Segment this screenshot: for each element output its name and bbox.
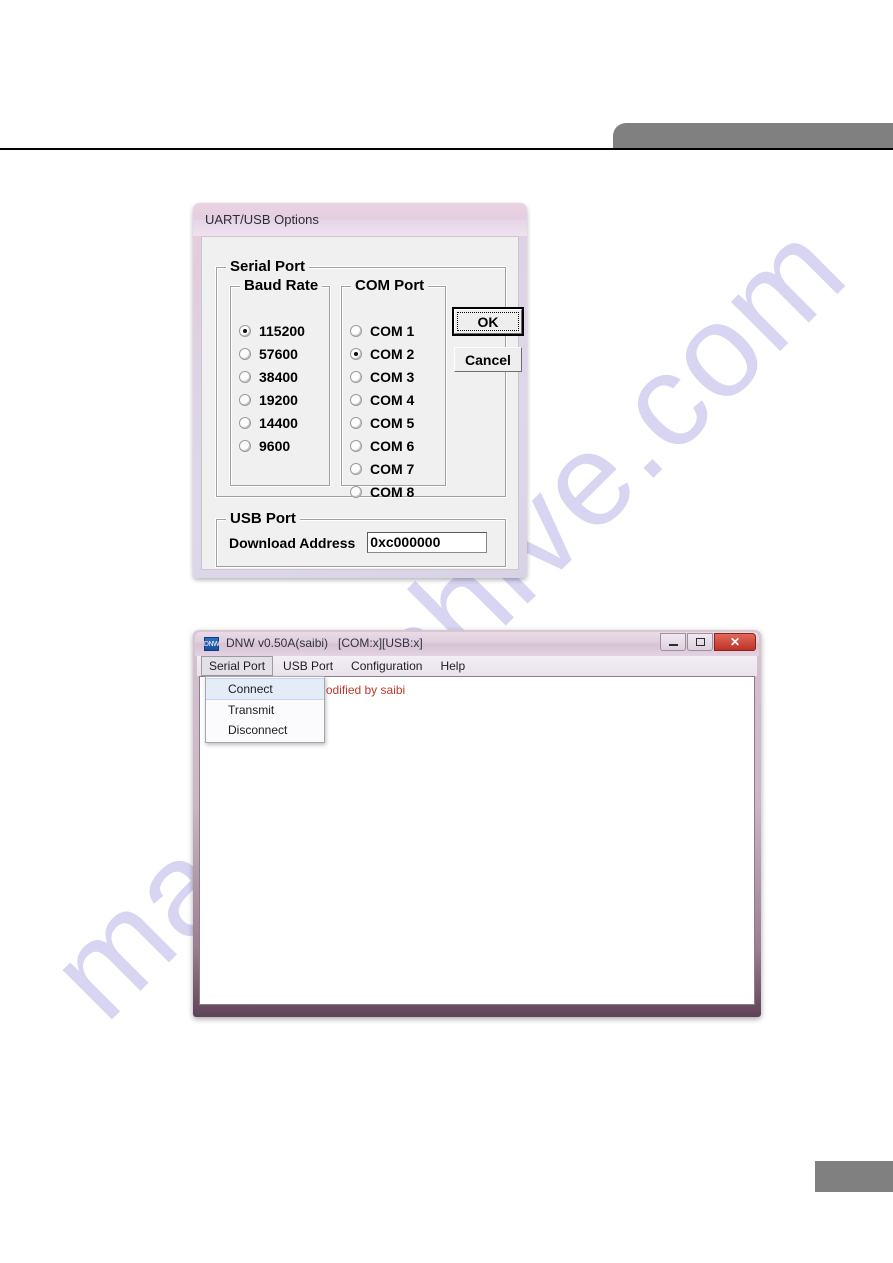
radio-label: COM 4 xyxy=(370,391,415,408)
radio-icon xyxy=(350,393,362,406)
radio-com-5[interactable]: COM 5 xyxy=(350,411,414,434)
page-header-rule xyxy=(0,148,893,150)
page-header-tab xyxy=(613,123,893,149)
page-footer-tab xyxy=(815,1161,893,1192)
radio-icon xyxy=(239,416,251,429)
radio-icon xyxy=(350,416,362,429)
cancel-button-label: Cancel xyxy=(465,351,511,368)
menu-configuration[interactable]: Configuration xyxy=(343,656,430,676)
radio-label: COM 5 xyxy=(370,414,415,431)
window-controls: ✕ xyxy=(659,633,756,651)
radio-icon xyxy=(239,324,251,337)
baud-rate-legend: Baud Rate xyxy=(240,277,323,294)
radio-label: COM 2 xyxy=(370,345,415,362)
radio-icon xyxy=(239,439,251,452)
radio-label: 14400 xyxy=(259,414,298,431)
radio-icon xyxy=(239,393,251,406)
radio-baud-38400[interactable]: 38400 xyxy=(239,365,305,388)
com-port-legend: COM Port xyxy=(351,277,429,294)
menu-help[interactable]: Help xyxy=(432,656,473,676)
menu-item-disconnect[interactable]: Disconnect xyxy=(206,720,324,740)
download-address-row: Download Address 0xc000000 xyxy=(229,532,488,553)
serial-port-groupbox: Serial Port Baud Rate 115200 57600 38400… xyxy=(216,258,524,500)
radio-icon xyxy=(350,485,362,498)
dnw-window-title: DNW v0.50A(saibi) [COM:x][USB:x] xyxy=(226,636,423,650)
radio-com-1[interactable]: COM 1 xyxy=(350,319,414,342)
dialog-title: UART/USB Options xyxy=(205,212,319,227)
radio-label: 9600 xyxy=(259,437,291,454)
radio-icon xyxy=(350,462,362,475)
menu-item-transmit[interactable]: Transmit xyxy=(206,700,324,720)
radio-icon xyxy=(239,370,251,383)
com-port-groupbox: COM Port COM 1 COM 2 COM 3 COM 4 COM 5 C… xyxy=(341,277,446,500)
maximize-button[interactable] xyxy=(687,633,713,651)
cancel-button[interactable]: Cancel xyxy=(454,347,522,372)
download-address-input[interactable]: 0xc000000 xyxy=(367,532,488,553)
ok-button[interactable]: OK xyxy=(452,307,524,336)
radio-com-3[interactable]: COM 3 xyxy=(350,365,414,388)
dialog-client-area: Serial Port Baud Rate 115200 57600 38400… xyxy=(201,236,524,570)
radio-com-2[interactable]: COM 2 xyxy=(350,342,414,365)
com-port-radio-list: COM 1 COM 2 COM 3 COM 4 COM 5 COM 6 COM … xyxy=(350,319,414,503)
radio-com-7[interactable]: COM 7 xyxy=(350,457,414,480)
ok-button-label: OK xyxy=(477,313,499,330)
radio-label: 19200 xyxy=(259,391,298,408)
radio-icon xyxy=(350,324,362,337)
radio-com-6[interactable]: COM 6 xyxy=(350,434,414,457)
radio-baud-19200[interactable]: 19200 xyxy=(239,388,305,411)
radio-baud-57600[interactable]: 57600 xyxy=(239,342,305,365)
dnw-menubar: Serial Port USB Port Configuration Help xyxy=(197,656,757,676)
menu-usb-port[interactable]: USB Port xyxy=(275,656,341,676)
radio-baud-9600[interactable]: 9600 xyxy=(239,434,305,457)
serial-port-dropdown-menu: Connect Transmit Disconnect xyxy=(205,676,325,743)
radio-baud-115200[interactable]: 115200 xyxy=(239,319,305,342)
radio-label: COM 1 xyxy=(370,322,415,339)
usb-port-legend: USB Port xyxy=(226,510,300,527)
baud-rate-radio-list: 115200 57600 38400 19200 14400 9600 xyxy=(239,319,305,457)
menu-item-connect[interactable]: Connect xyxy=(206,678,324,700)
radio-label: 115200 xyxy=(259,322,305,339)
dnw-titlebar[interactable]: DNW DNW v0.50A(saibi) [COM:x][USB:x] ✕ xyxy=(195,632,759,656)
menu-serial-port[interactable]: Serial Port xyxy=(201,656,274,676)
radio-label: 57600 xyxy=(259,345,298,362)
minimize-icon xyxy=(668,643,678,646)
minimize-button[interactable] xyxy=(660,633,686,651)
uart-usb-options-dialog: UART/USB Options Serial Port Baud Rate 1… xyxy=(193,203,527,578)
radio-label: COM 3 xyxy=(370,368,415,385)
radio-icon xyxy=(350,439,362,452)
radio-label: COM 6 xyxy=(370,437,415,454)
usb-port-groupbox: USB Port Download Address 0xc000000 xyxy=(216,510,506,567)
dnw-app-icon: DNW xyxy=(204,637,220,651)
maximize-icon xyxy=(695,638,705,646)
download-address-label: Download Address xyxy=(229,534,356,551)
radio-com-4[interactable]: COM 4 xyxy=(350,388,414,411)
dnw-application-window: DNW DNW v0.50A(saibi) [COM:x][USB:x] ✕ S… xyxy=(193,630,761,1017)
radio-baud-14400[interactable]: 14400 xyxy=(239,411,305,434)
radio-label: COM 7 xyxy=(370,460,415,477)
radio-com-8[interactable]: COM 8 xyxy=(350,480,414,503)
radio-icon xyxy=(239,347,251,360)
radio-label: COM 8 xyxy=(370,483,415,500)
close-icon: ✕ xyxy=(729,635,741,649)
close-button[interactable]: ✕ xyxy=(714,633,756,651)
dialog-titlebar[interactable]: UART/USB Options xyxy=(193,203,527,236)
radio-icon xyxy=(350,370,362,383)
serial-port-legend: Serial Port xyxy=(226,258,310,275)
radio-icon xyxy=(350,347,362,360)
radio-label: 38400 xyxy=(259,368,298,385)
baud-rate-groupbox: Baud Rate 115200 57600 38400 19200 14400… xyxy=(230,277,330,486)
